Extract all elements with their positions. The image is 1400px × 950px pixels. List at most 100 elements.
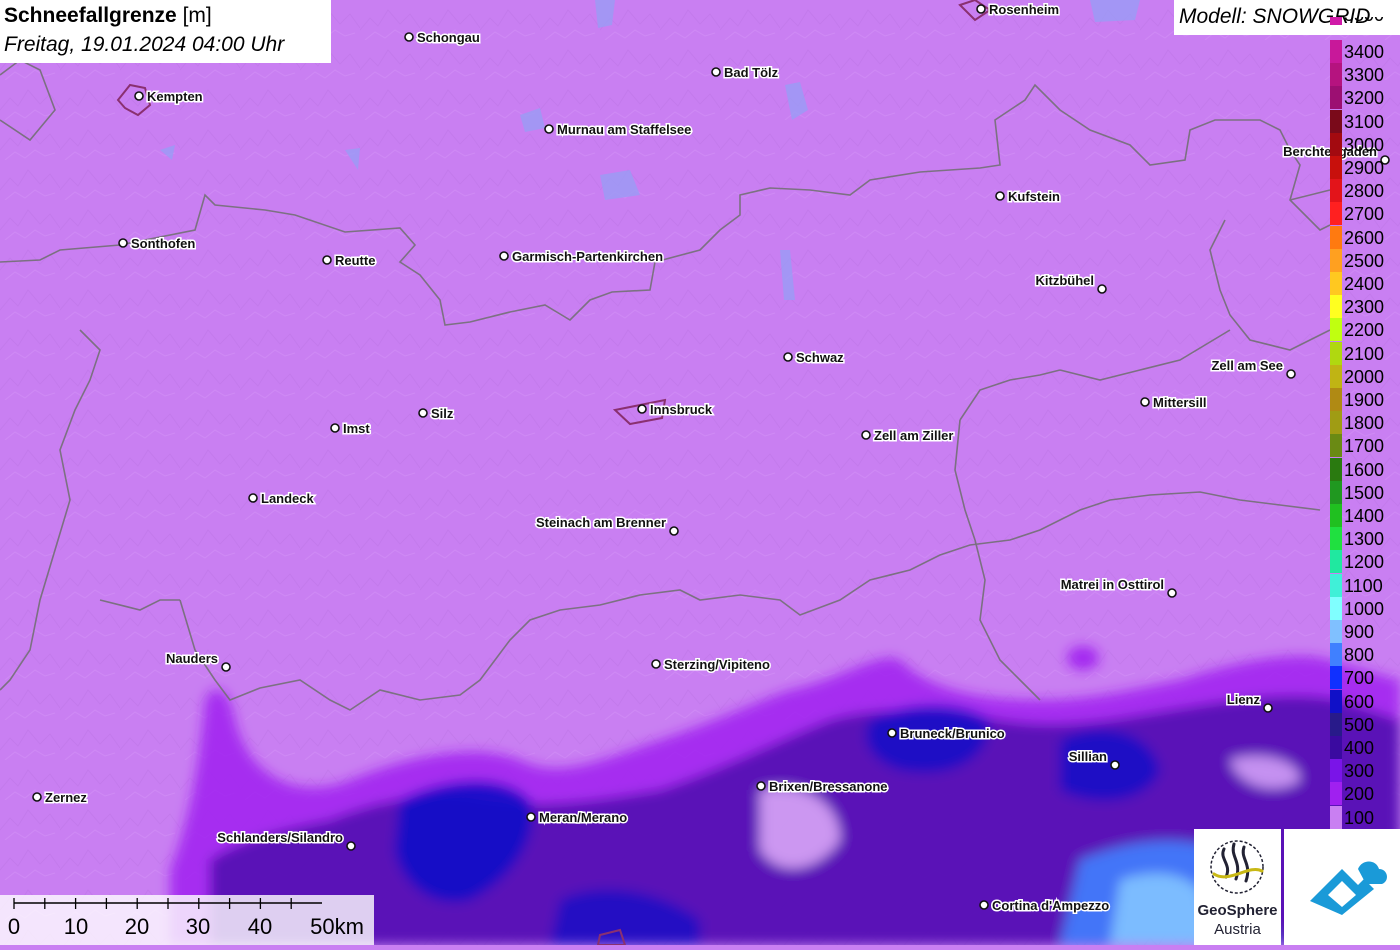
- scale-label: 40: [247, 914, 273, 939]
- city-dot-icon[interactable]: [651, 659, 661, 669]
- city-marker[interactable]: Cortina d'Ampezzo: [979, 897, 1111, 915]
- legend-label: 2000: [1344, 366, 1385, 387]
- city-dot-icon[interactable]: [1263, 703, 1273, 713]
- city-dot-icon[interactable]: [861, 430, 871, 440]
- legend-label: 1000: [1344, 598, 1385, 619]
- legend-item: 2300: [1330, 295, 1400, 319]
- legend-label: 900: [1344, 622, 1375, 642]
- city-label: Schwaz: [796, 350, 844, 365]
- title-panel: Schneefallgrenze [m] Freitag, 19.01.2024…: [0, 0, 331, 63]
- city-dot-icon[interactable]: [499, 251, 509, 261]
- legend-label: 500: [1344, 714, 1375, 735]
- city-label: Silz: [431, 406, 454, 421]
- legend-swatch: [1330, 643, 1342, 667]
- city-marker[interactable]: Innsbruck: [637, 401, 714, 419]
- legend-swatch: [1330, 782, 1342, 806]
- city-marker[interactable]: Zell am Ziller: [861, 427, 955, 445]
- legend-item: 1600: [1330, 457, 1400, 481]
- legend-swatch: [1330, 272, 1342, 295]
- legend-label: 2600: [1344, 227, 1385, 248]
- city-marker[interactable]: Murnau am Staffelsee: [544, 121, 693, 139]
- city-dot-icon[interactable]: [1110, 760, 1120, 770]
- legend-label: 1700: [1344, 436, 1385, 457]
- weather-map[interactable]: Rosenheim Schongau Bad Tölz Kempten Murnau a…: [0, 0, 1400, 945]
- city-dot-icon[interactable]: [1097, 284, 1107, 294]
- city-dot-icon[interactable]: [134, 91, 144, 101]
- weather-app-logo[interactable]: [1284, 829, 1400, 945]
- city-dot-icon[interactable]: [979, 900, 989, 910]
- legend-swatch: [1330, 457, 1342, 481]
- legend-item: 2200: [1330, 318, 1400, 342]
- city-dot-icon[interactable]: [669, 526, 679, 536]
- city-dot-icon[interactable]: [32, 792, 42, 802]
- legend-item: 1800: [1330, 411, 1400, 435]
- legend-item: 3500: [1330, 16, 1400, 25]
- legend-item: 2600: [1330, 225, 1400, 249]
- city-marker[interactable]: Brixen/Bressanone: [756, 778, 889, 796]
- legend-label: 200: [1344, 784, 1375, 805]
- city-dot-icon[interactable]: [221, 662, 231, 672]
- city-dot-icon[interactable]: [887, 728, 897, 738]
- city-label: Rosenheim: [989, 2, 1059, 17]
- city-dot-icon[interactable]: [995, 191, 1005, 201]
- city-dot-icon[interactable]: [1286, 369, 1296, 379]
- city-dot-icon[interactable]: [346, 841, 356, 851]
- legend-swatch: [1330, 712, 1342, 736]
- city-dot-icon[interactable]: [783, 352, 793, 362]
- city-label: Sillian: [1069, 749, 1107, 764]
- legend-label: 3000: [1344, 134, 1385, 155]
- city-dot-icon[interactable]: [118, 238, 128, 248]
- city-dot-icon[interactable]: [756, 781, 766, 791]
- city-dot-icon[interactable]: [248, 493, 258, 503]
- map-datetime: Freitag, 19.01.2024 04:00 Uhr: [4, 33, 285, 56]
- geosphere-name: GeoSphere: [1197, 902, 1278, 919]
- legend-swatch: [1330, 179, 1342, 203]
- city-label: Reutte: [335, 253, 375, 268]
- city-marker[interactable]: Bruneck/Brunico: [887, 725, 1006, 743]
- city-dot-icon[interactable]: [1167, 588, 1177, 598]
- city-label: Zernez: [45, 790, 87, 805]
- legend-item: 2900: [1330, 156, 1400, 179]
- legend-item: 1100: [1330, 573, 1400, 597]
- legend-swatch: [1330, 411, 1342, 435]
- city-label: Lienz: [1227, 692, 1261, 707]
- cloud-mountain-icon: [1310, 861, 1388, 915]
- city-marker[interactable]: Rosenheim: [976, 1, 1061, 19]
- city-dot-icon[interactable]: [711, 67, 721, 77]
- geosphere-logo[interactable]: GeoSphere Austria: [1194, 829, 1281, 945]
- city-label: Kitzbühel: [1036, 273, 1095, 288]
- city-dot-icon[interactable]: [544, 124, 554, 134]
- city-dot-icon[interactable]: [526, 812, 536, 822]
- city-marker[interactable]: Garmisch-Partenkirchen: [499, 248, 665, 266]
- city-label: Bruneck/Brunico: [900, 726, 1005, 741]
- geosphere-country: Austria: [1214, 921, 1261, 938]
- scale-label: 20: [124, 914, 150, 939]
- city-marker[interactable]: Meran/Merano: [526, 809, 629, 827]
- city-label: Kempten: [147, 89, 203, 104]
- city-dot-icon[interactable]: [404, 32, 414, 42]
- city-marker[interactable]: Sterzing/Vipiteno: [651, 656, 771, 674]
- city-dot-icon[interactable]: [637, 404, 647, 414]
- city-label: Matrei in Osttirol: [1061, 577, 1164, 592]
- legend-item: 3300: [1330, 63, 1400, 87]
- city-dot-icon[interactable]: [330, 423, 340, 433]
- legend-item: 800: [1330, 643, 1400, 667]
- city-dot-icon[interactable]: [322, 255, 332, 265]
- legend-swatch: [1330, 527, 1342, 551]
- city-dot-icon[interactable]: [1140, 397, 1150, 407]
- color-legend: 3500 3400 3300320031003000 2900 280027002600…: [1330, 16, 1400, 832]
- city-marker[interactable]: Schongau: [404, 29, 481, 47]
- city-marker[interactable]: Sonthofen: [118, 235, 197, 253]
- city-dot-icon[interactable]: [976, 4, 986, 14]
- legend-item: 1400: [1330, 504, 1400, 527]
- legend-item: 2800: [1330, 179, 1400, 203]
- legend-item: 1300: [1330, 527, 1400, 551]
- scale-label: 30: [185, 914, 211, 939]
- legend-swatch: [1330, 434, 1342, 458]
- legend-label: 3100: [1344, 111, 1385, 132]
- legend-swatch: [1330, 364, 1342, 388]
- legend-item: 1500: [1330, 480, 1400, 504]
- scale-bar-ruler: [13, 898, 322, 909]
- legend-swatch: [1330, 202, 1342, 226]
- city-dot-icon[interactable]: [418, 408, 428, 418]
